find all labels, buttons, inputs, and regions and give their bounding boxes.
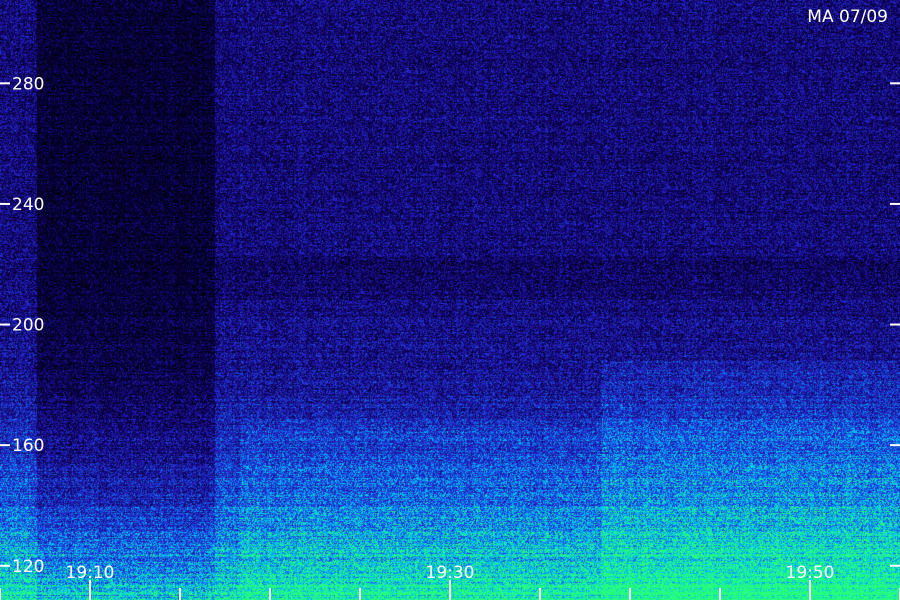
y-tick-label: 120 [12,557,44,577]
x-tick-label: 19:10 [66,563,115,583]
x-axis: 19:10 19:30 19:50 [0,563,900,600]
y-tick-label: 240 [12,195,44,215]
x-tick-label: 19:30 [426,563,475,583]
chart-overlay: MA 07/09 120 160 200 240 280 19:10 19:30 19:50 [0,7,900,600]
chart-title: MA 07/09 [807,7,888,27]
y-tick-label: 200 [12,316,44,336]
y-tick-label: 280 [12,74,44,94]
y-axis: 120 160 200 240 280 [0,74,900,577]
y-tick-label: 160 [12,436,44,456]
x-tick-label: 19:50 [786,563,835,583]
